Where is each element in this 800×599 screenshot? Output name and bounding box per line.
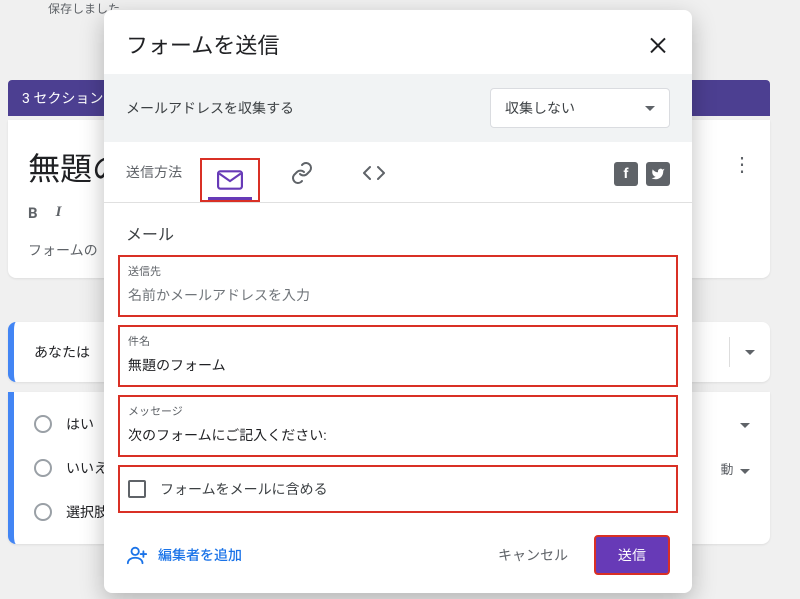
email-section-label: メール [104, 203, 692, 253]
tab-link[interactable] [272, 158, 332, 202]
add-collaborators-label: 編集者を追加 [158, 545, 242, 565]
close-icon [646, 32, 670, 56]
collect-email-select[interactable]: 収集しない [490, 88, 670, 128]
subject-field[interactable]: 件名 無題のフォーム [118, 325, 678, 387]
dialog-overlay: フォームを送信 メールアドレスを収集する 収集しない 送信方法 [0, 0, 800, 599]
email-icon [217, 170, 243, 190]
to-placeholder: 名前かメールアドレスを入力 [128, 285, 668, 305]
dialog-actions: 編集者を追加 キャンセル 送信 [104, 521, 692, 575]
subject-value: 無題のフォーム [128, 355, 668, 375]
include-form-row[interactable]: フォームをメールに含める [118, 465, 678, 513]
dialog-title: フォームを送信 [126, 28, 646, 60]
social-share: f [614, 162, 670, 198]
cancel-button[interactable]: キャンセル [482, 537, 584, 573]
facebook-icon: f [623, 166, 628, 182]
twitter-share-button[interactable] [646, 162, 670, 186]
send-via-tabs: 送信方法 f [104, 142, 692, 203]
twitter-icon [651, 167, 665, 181]
dialog-header: フォームを送信 [104, 10, 692, 74]
message-field[interactable]: メッセージ 次のフォームにご記入ください: [118, 395, 678, 457]
send-button[interactable]: 送信 [594, 535, 670, 575]
include-form-label: フォームをメールに含める [160, 479, 328, 499]
chevron-down-icon [645, 106, 655, 111]
facebook-share-button[interactable]: f [614, 162, 638, 186]
add-collaborators-button[interactable]: 編集者を追加 [126, 544, 242, 566]
send-form-dialog: フォームを送信 メールアドレスを収集する 収集しない 送信方法 [104, 10, 692, 593]
person-add-icon [126, 544, 148, 566]
message-value: 次のフォームにご記入ください: [128, 425, 668, 445]
link-icon [290, 161, 314, 185]
close-button[interactable] [646, 32, 670, 56]
collect-email-value: 収集しない [505, 98, 575, 118]
to-field[interactable]: 送信先 名前かメールアドレスを入力 [118, 255, 678, 317]
collect-email-label: メールアドレスを収集する [126, 98, 294, 118]
message-label: メッセージ [128, 403, 668, 419]
embed-icon [361, 163, 387, 183]
to-label: 送信先 [128, 263, 668, 279]
tab-email[interactable] [200, 158, 260, 202]
send-via-label: 送信方法 [126, 162, 182, 198]
tab-embed[interactable] [344, 158, 404, 202]
collect-email-row: メールアドレスを収集する 収集しない [104, 74, 692, 142]
include-form-checkbox[interactable] [128, 480, 146, 498]
right-actions: キャンセル 送信 [482, 535, 670, 575]
subject-label: 件名 [128, 333, 668, 349]
